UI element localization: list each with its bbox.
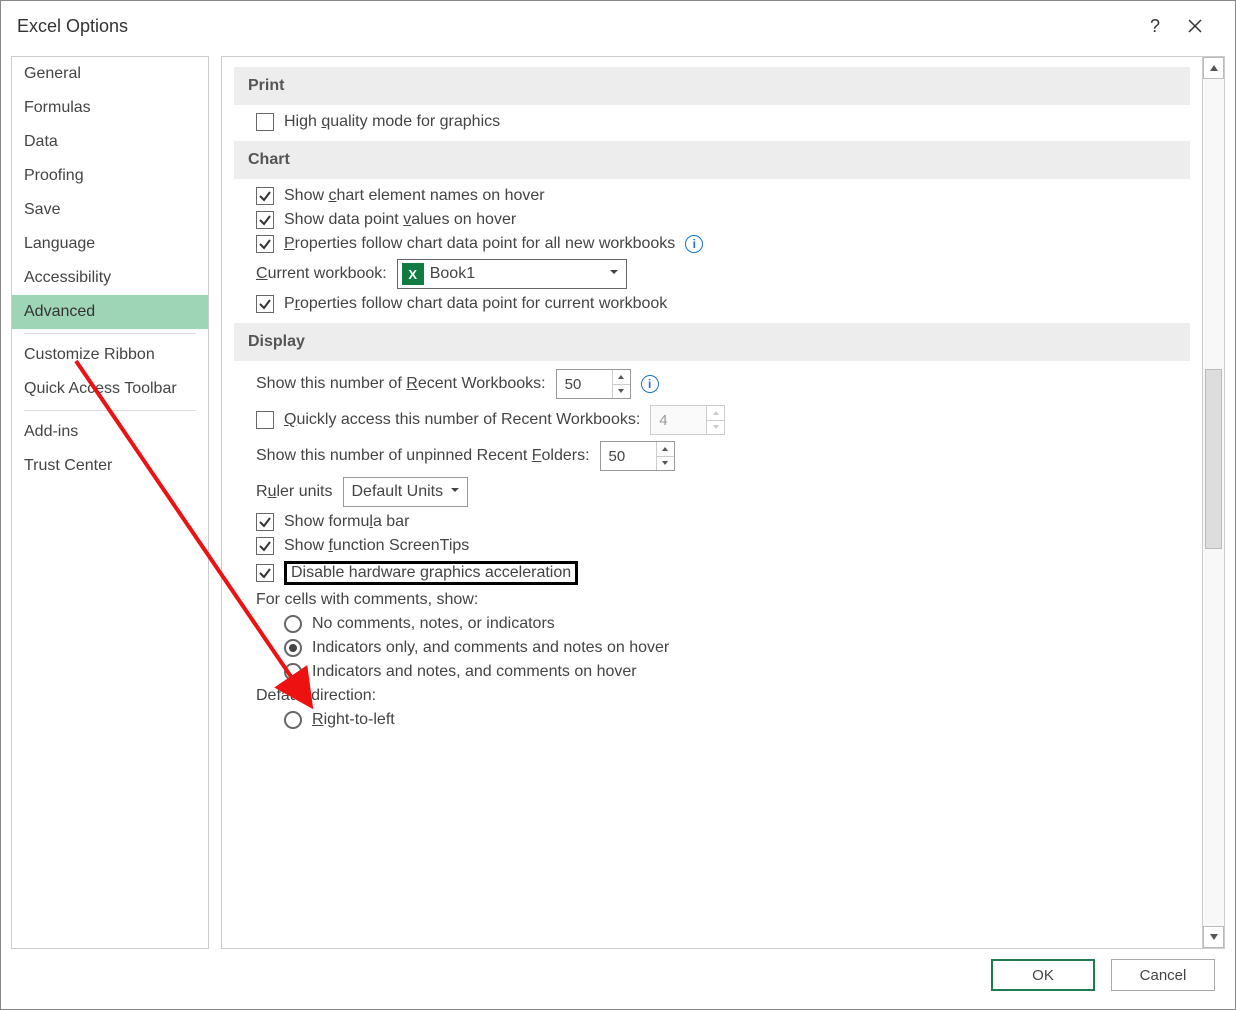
section-display: Display bbox=[234, 323, 1190, 361]
info-icon[interactable]: i bbox=[641, 375, 659, 393]
info-icon[interactable]: i bbox=[685, 235, 703, 253]
checkbox-properties-current-workbook[interactable] bbox=[256, 295, 274, 313]
sidebar-item-customize-ribbon[interactable]: Customize Ribbon bbox=[12, 338, 208, 372]
checkbox-quick-access-recent[interactable] bbox=[256, 411, 274, 429]
label-indicators-and-notes: Indicators and notes, and comments on ho… bbox=[312, 663, 637, 681]
section-print: Print bbox=[234, 67, 1190, 105]
cancel-button[interactable]: Cancel bbox=[1111, 959, 1215, 991]
label-show-data-values: Show data point values on hover bbox=[284, 211, 516, 229]
sidebar-item-data[interactable]: Data bbox=[12, 125, 208, 159]
label-no-comments: No comments, notes, or indicators bbox=[312, 615, 555, 633]
close-icon[interactable] bbox=[1175, 6, 1215, 46]
options-content: DDefault resolution: 220 ppi Print High … bbox=[221, 56, 1203, 949]
chevron-down-icon bbox=[608, 265, 620, 283]
ruler-units-select[interactable]: Default Units bbox=[343, 477, 469, 507]
default-resolution-row: DDefault resolution: 220 ppi bbox=[256, 56, 1190, 57]
label-right-to-left: Right-to-left bbox=[312, 711, 395, 729]
quick-access-recent-stepper bbox=[650, 405, 725, 435]
label-show-formula-bar: Show formula bar bbox=[284, 513, 409, 531]
default-resolution-select[interactable]: 220 ppi bbox=[421, 56, 508, 57]
dialog-footer: OK Cancel bbox=[1, 949, 1235, 1009]
checkbox-show-chart-names[interactable] bbox=[256, 187, 274, 205]
scroll-thumb[interactable] bbox=[1205, 369, 1222, 549]
checkbox-show-screentips[interactable] bbox=[256, 537, 274, 555]
checkbox-properties-all-workbooks[interactable] bbox=[256, 235, 274, 253]
sidebar-item-language[interactable]: Language bbox=[12, 227, 208, 261]
sidebar-item-formulas[interactable]: Formulas bbox=[12, 91, 208, 125]
checkbox-disable-hw-accel[interactable] bbox=[256, 564, 274, 582]
sidebar-item-advanced[interactable]: Advanced bbox=[12, 295, 208, 329]
sidebar-item-trust-center[interactable]: Trust Center bbox=[12, 449, 208, 483]
recent-workbooks-stepper[interactable] bbox=[556, 369, 631, 399]
vertical-scrollbar[interactable] bbox=[1203, 56, 1225, 949]
help-icon[interactable]: ? bbox=[1135, 6, 1175, 46]
recent-folders-stepper[interactable] bbox=[600, 441, 675, 471]
sidebar-item-add-ins[interactable]: Add-ins bbox=[12, 415, 208, 449]
scroll-up-icon[interactable] bbox=[1203, 57, 1224, 79]
label-show-screentips: Show function ScreenTips bbox=[284, 537, 469, 555]
label-recent-workbooks: Show this number of Recent Workbooks: bbox=[256, 375, 546, 393]
ok-button[interactable]: OK bbox=[991, 959, 1095, 991]
sidebar-item-quick-access-toolbar[interactable]: Quick Access Toolbar bbox=[12, 372, 208, 406]
radio-no-comments[interactable] bbox=[284, 615, 302, 633]
label-indicators-only: Indicators only, and comments and notes … bbox=[312, 639, 669, 657]
label-current-workbook: Current workbook: bbox=[256, 265, 387, 283]
section-chart: Chart bbox=[234, 141, 1190, 179]
label-ruler-units: Ruler units bbox=[256, 483, 333, 501]
sidebar-item-save[interactable]: Save bbox=[12, 193, 208, 227]
label-high-quality-graphics: High quality mode for graphics bbox=[284, 113, 500, 131]
label-default-direction: Default direction: bbox=[256, 687, 376, 705]
scroll-down-icon[interactable] bbox=[1203, 926, 1224, 948]
excel-options-dialog: Excel Options ? General Formulas Data Pr… bbox=[0, 0, 1236, 1010]
radio-right-to-left[interactable] bbox=[284, 711, 302, 729]
label-comments-show: For cells with comments, show: bbox=[256, 591, 478, 609]
sidebar: General Formulas Data Proofing Save Lang… bbox=[11, 56, 209, 949]
radio-indicators-and-notes[interactable] bbox=[284, 663, 302, 681]
sidebar-item-general[interactable]: General bbox=[12, 57, 208, 91]
label-quick-access-recent: Quickly access this number of Recent Wor… bbox=[284, 411, 640, 429]
label-show-chart-names: Show chart element names on hover bbox=[284, 187, 545, 205]
scroll-track[interactable] bbox=[1203, 79, 1224, 926]
radio-indicators-only[interactable] bbox=[284, 639, 302, 657]
label-properties-current-workbook: Properties follow chart data point for c… bbox=[284, 295, 667, 313]
checkbox-show-formula-bar[interactable] bbox=[256, 513, 274, 531]
label-properties-all-workbooks: Properties follow chart data point for a… bbox=[284, 235, 675, 253]
sidebar-item-proofing[interactable]: Proofing bbox=[12, 159, 208, 193]
label-disable-hw-accel: Disable hardware graphics acceleration bbox=[284, 561, 578, 585]
current-workbook-select[interactable]: Book1 bbox=[397, 259, 627, 289]
dialog-title: Excel Options bbox=[17, 16, 128, 37]
chevron-down-icon bbox=[449, 483, 461, 501]
excel-file-icon bbox=[402, 263, 424, 285]
sidebar-item-accessibility[interactable]: Accessibility bbox=[12, 261, 208, 295]
titlebar: Excel Options ? bbox=[1, 1, 1235, 51]
checkbox-show-data-values[interactable] bbox=[256, 211, 274, 229]
checkbox-high-quality-graphics[interactable] bbox=[256, 113, 274, 131]
label-recent-folders: Show this number of unpinned Recent Fold… bbox=[256, 447, 590, 465]
